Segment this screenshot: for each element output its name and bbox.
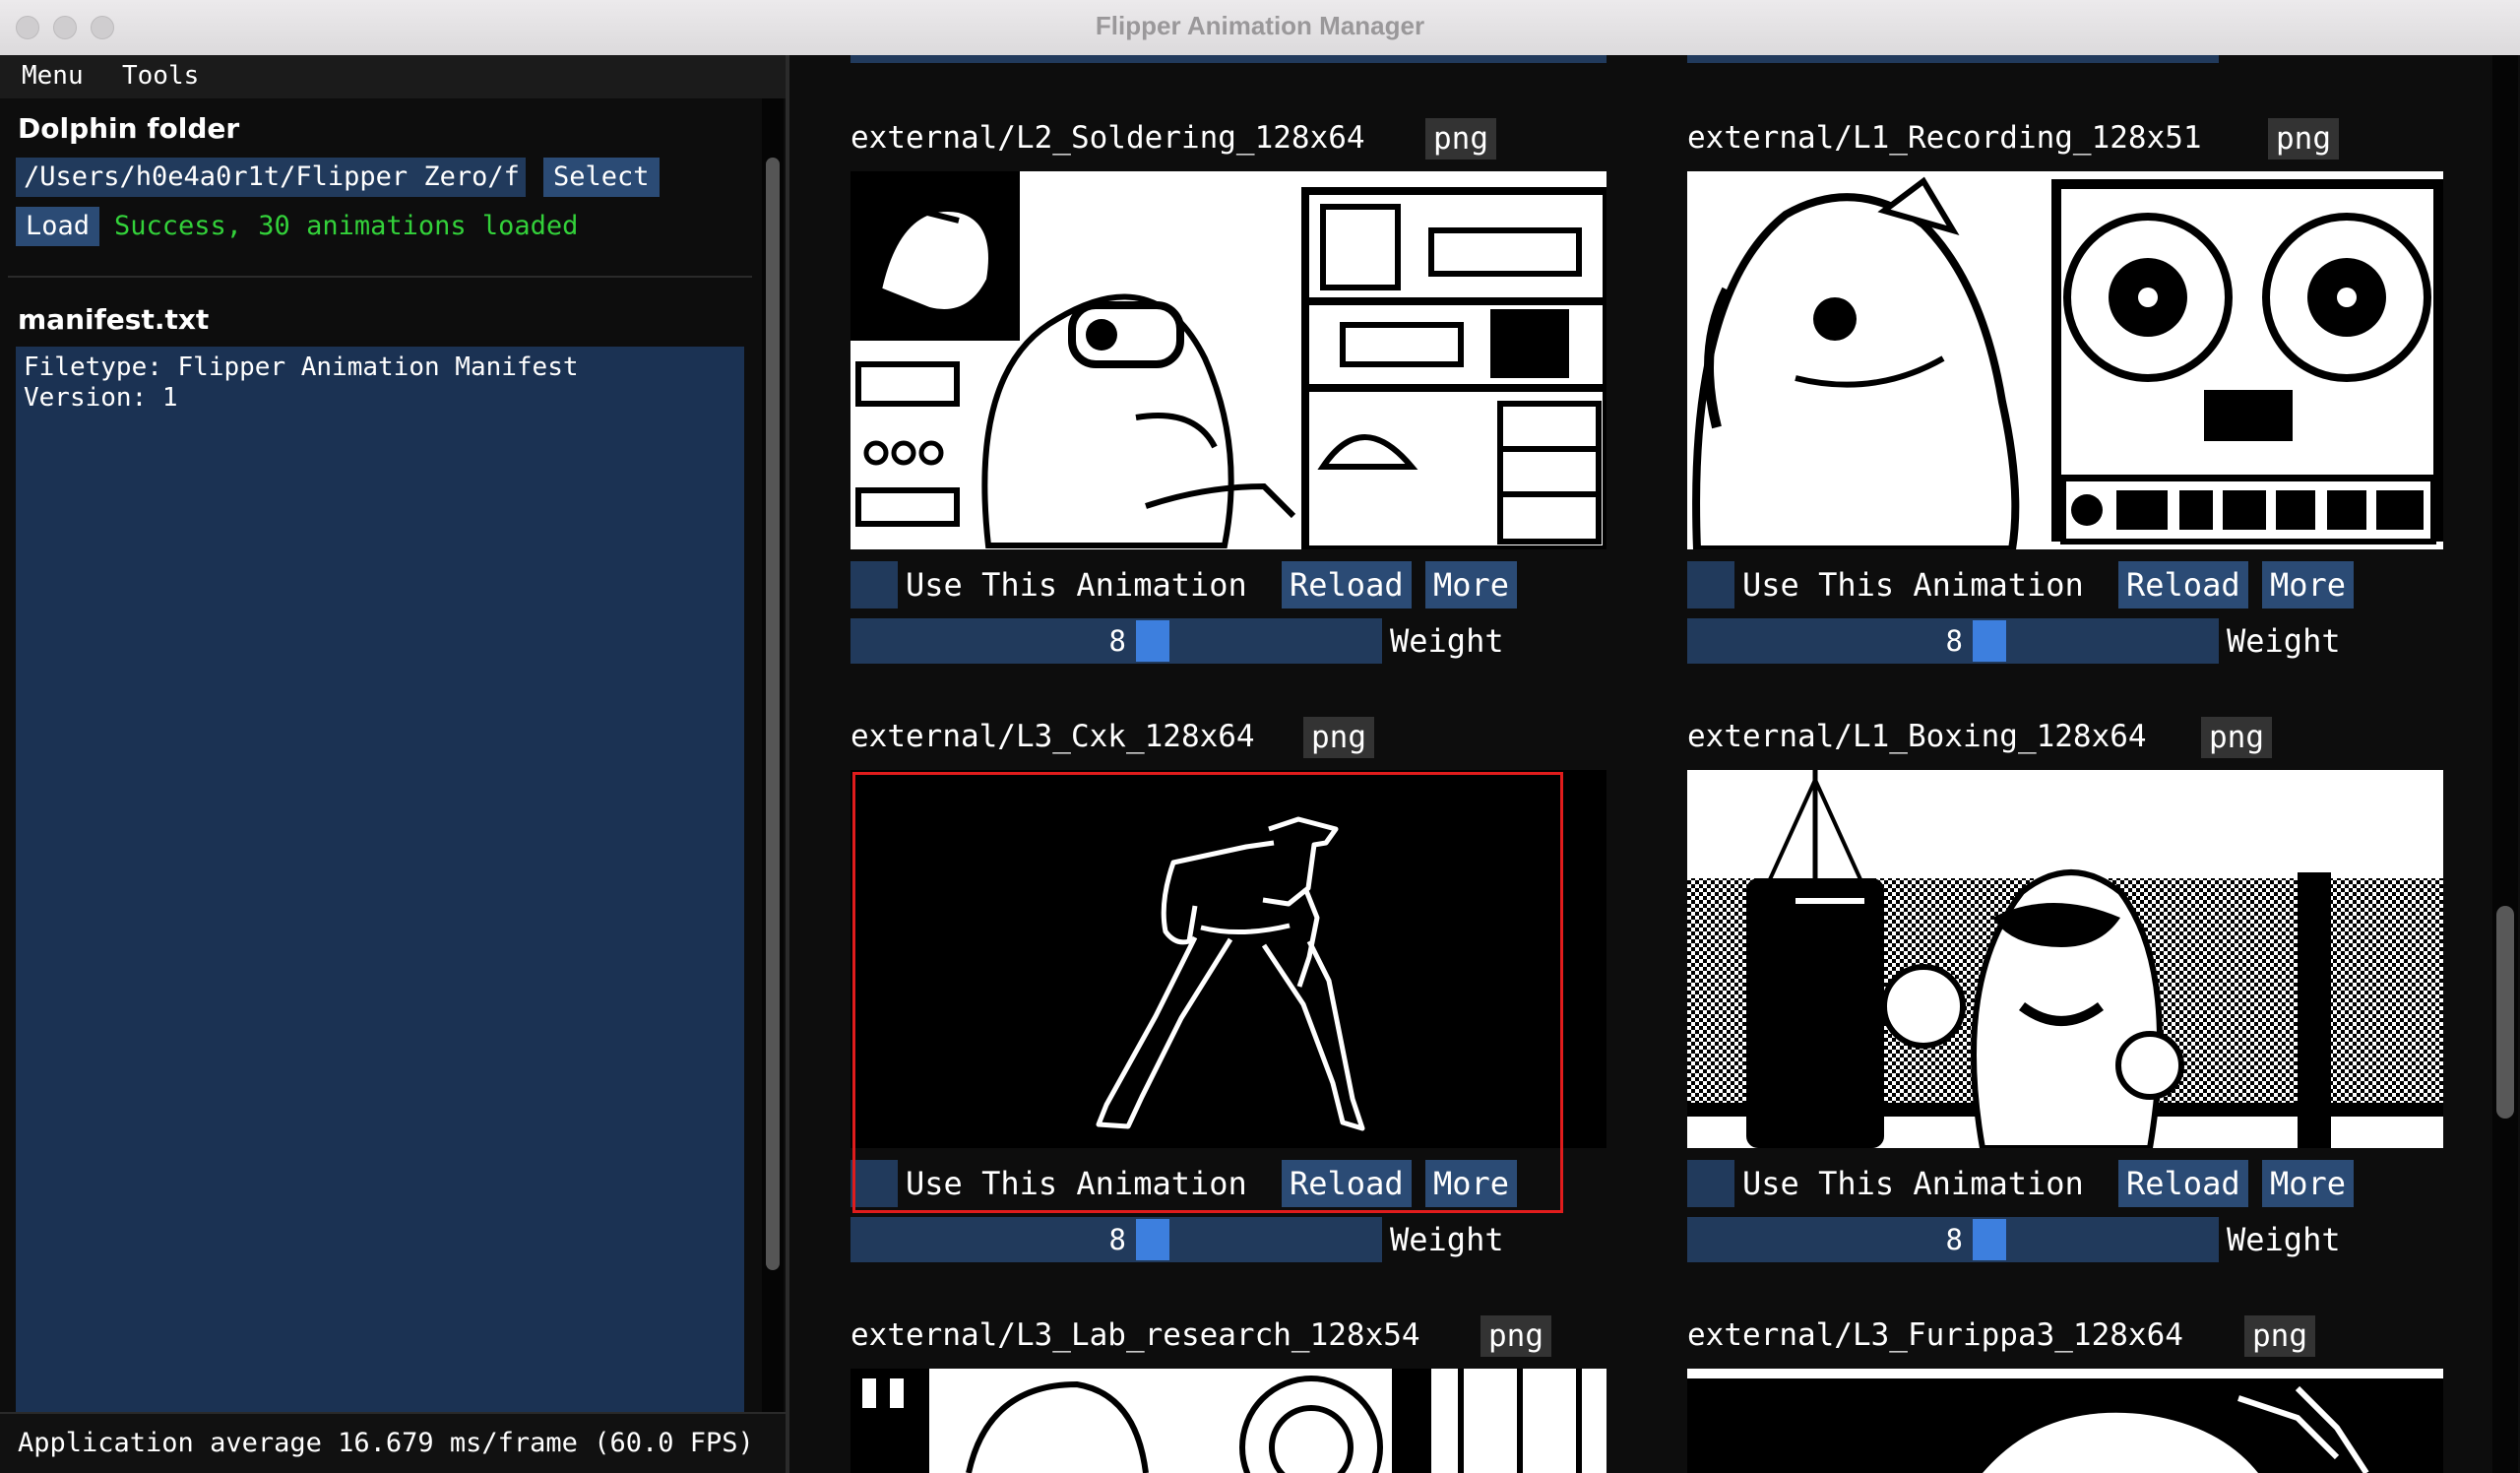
animation-card-selected: external/L3_Cxk_128x64 png Use This Anim…: [850, 717, 1608, 1268]
use-animation-label: Use This Animation: [1742, 566, 2084, 604]
animation-name: external/L1_Boxing_128x64: [1687, 719, 2147, 754]
use-animation-checkbox[interactable]: [1687, 1160, 1734, 1207]
previous-row-slider: [1687, 55, 2219, 63]
animation-card: external/L1_Boxing_128x64 png Use This A…: [1687, 717, 2445, 1268]
weight-slider-grab[interactable]: [1973, 620, 2006, 662]
weight-value: 8: [1108, 624, 1126, 658]
weight-label: Weight: [2227, 1221, 2341, 1258]
animation-name: external/L3_Lab_research_128x54: [850, 1317, 1420, 1353]
use-animation-checkbox[interactable]: [1687, 561, 1734, 608]
menu-bar: Menu Tools: [0, 55, 788, 98]
animation-preview: [850, 1369, 1606, 1473]
manifest-heading: manifest.txt: [18, 303, 210, 336]
weight-slider[interactable]: 8: [850, 1217, 1382, 1262]
left-scrollbar-thumb[interactable]: [766, 158, 780, 1270]
use-animation-checkbox[interactable]: [850, 1160, 898, 1207]
format-badge: png: [1303, 717, 1374, 758]
more-button[interactable]: More: [2262, 561, 2355, 608]
animation-preview: [850, 171, 1606, 549]
dolphin-folder-heading: Dolphin folder: [18, 112, 240, 145]
animations-grid: external/L2_Soldering_128x64 png Use Thi…: [789, 55, 2520, 1473]
format-badge: png: [1480, 1315, 1551, 1357]
load-button[interactable]: Load: [16, 207, 100, 246]
format-badge: png: [1425, 118, 1496, 160]
format-badge: png: [2244, 1315, 2315, 1357]
format-badge: png: [2268, 118, 2339, 160]
window-titlebar: Flipper Animation Manager: [0, 0, 2520, 56]
weight-value: 8: [1945, 624, 1963, 658]
animation-name: external/L3_Cxk_128x64: [850, 719, 1255, 754]
weight-value: 8: [1945, 1223, 1963, 1256]
animation-name: external/L1_Recording_128x51: [1687, 120, 2202, 156]
weight-slider-grab[interactable]: [1973, 1219, 2006, 1260]
animation-name: external/L2_Soldering_128x64: [850, 120, 1365, 156]
animation-preview: [1687, 770, 2443, 1148]
weight-label: Weight: [1390, 1221, 1504, 1258]
animation-name: external/L3_Furippa3_128x64: [1687, 1317, 2183, 1353]
window-title: Flipper Animation Manager: [1095, 11, 1425, 40]
reload-button[interactable]: Reload: [2118, 1160, 2248, 1207]
weight-slider-grab[interactable]: [1136, 620, 1169, 662]
more-button[interactable]: More: [1425, 1160, 1518, 1207]
animation-card: external/L2_Soldering_128x64 png Use Thi…: [850, 118, 1608, 670]
reload-button[interactable]: Reload: [1282, 561, 1412, 608]
more-button[interactable]: More: [1425, 561, 1518, 608]
weight-label: Weight: [1390, 622, 1504, 660]
right-scrollbar-thumb[interactable]: [2496, 906, 2514, 1119]
animation-preview: [1687, 1369, 2443, 1473]
manifest-editor[interactable]: Filetype: Flipper Animation Manifest Ver…: [16, 347, 744, 1414]
animation-preview: [850, 770, 1606, 1148]
use-animation-label: Use This Animation: [1742, 1165, 2084, 1202]
dolphin-panel: Menu Tools Dolphin folder /Users/h0e4a0r…: [0, 55, 788, 1473]
weight-slider[interactable]: 8: [1687, 618, 2219, 664]
use-animation-label: Use This Animation: [906, 566, 1247, 604]
weight-slider-grab[interactable]: [1136, 1219, 1169, 1260]
weight-value: 8: [1108, 1223, 1126, 1256]
select-folder-button[interactable]: Select: [543, 158, 660, 197]
use-animation-label: Use This Animation: [906, 1165, 1247, 1202]
right-scrollbar[interactable]: [2492, 55, 2518, 1473]
reload-button[interactable]: Reload: [2118, 561, 2248, 608]
animation-card: external/L1_Recording_128x51 png Use Thi…: [1687, 118, 2445, 670]
use-animation-checkbox[interactable]: [850, 561, 898, 608]
separator: [8, 276, 752, 278]
previous-row-slider: [850, 55, 1606, 63]
dolphin-path-input[interactable]: /Users/h0e4a0r1t/Flipper Zero/f: [16, 158, 526, 197]
weight-slider[interactable]: 8: [1687, 1217, 2219, 1262]
animation-card: external/L3_Furippa3_128x64 png: [1687, 1315, 2445, 1473]
format-badge: png: [2201, 717, 2272, 758]
more-button[interactable]: More: [2262, 1160, 2355, 1207]
animation-preview: [1687, 171, 2443, 549]
animation-card: external/L3_Lab_research_128x54 png: [850, 1315, 1608, 1473]
fps-status: Application average 16.679 ms/frame (60.…: [0, 1412, 788, 1473]
menu-tools[interactable]: Tools: [122, 61, 199, 91]
load-status-text: Success, 30 animations loaded: [114, 211, 579, 241]
reload-button[interactable]: Reload: [1282, 1160, 1412, 1207]
weight-slider[interactable]: 8: [850, 618, 1382, 664]
weight-label: Weight: [2227, 622, 2341, 660]
menu-menu[interactable]: Menu: [22, 61, 84, 91]
